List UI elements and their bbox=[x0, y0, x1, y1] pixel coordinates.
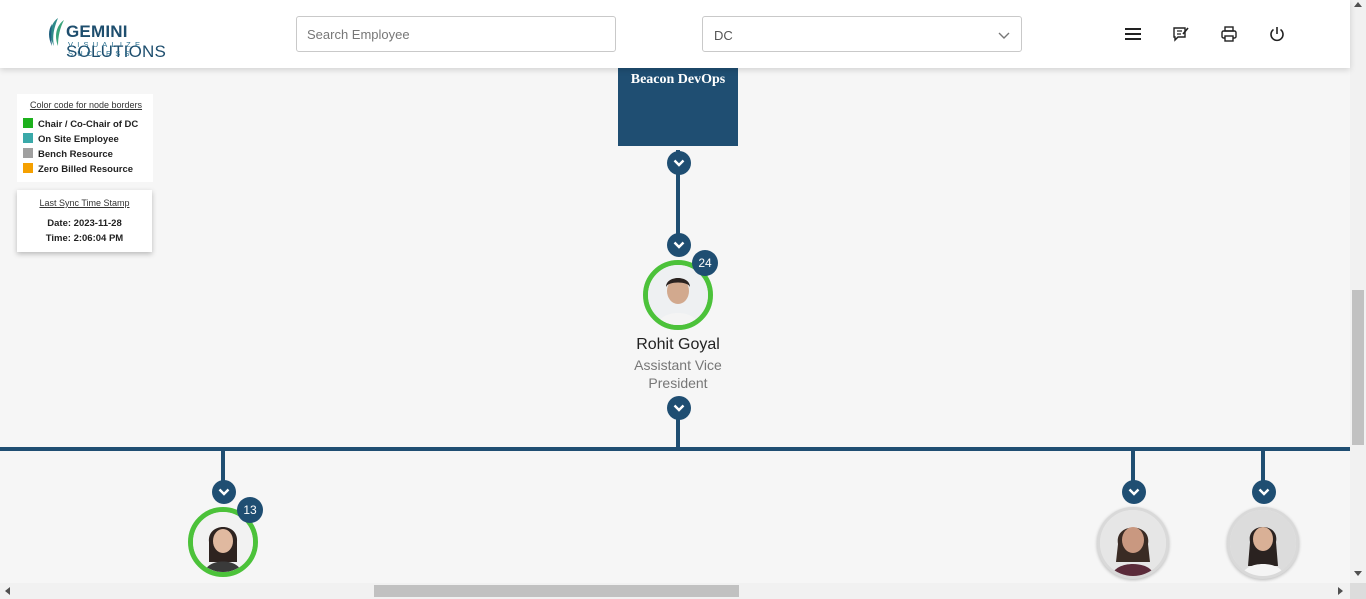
legend-swatch bbox=[23, 147, 33, 158]
connector-line bbox=[0, 447, 1350, 451]
legend-swatch bbox=[23, 117, 33, 128]
chevron-down-icon bbox=[673, 241, 685, 249]
chevron-down-icon bbox=[218, 488, 230, 496]
legend-title: Color code for node borders bbox=[29, 100, 143, 110]
horizontal-scroll-thumb[interactable] bbox=[374, 585, 739, 597]
menu-icon[interactable] bbox=[1123, 24, 1143, 44]
chevron-down-icon bbox=[1128, 488, 1140, 496]
employee-avatar[interactable] bbox=[1097, 507, 1169, 579]
chevron-down-icon bbox=[673, 159, 685, 167]
leaf-logo-icon bbox=[49, 18, 64, 46]
power-icon[interactable] bbox=[1267, 24, 1287, 44]
vertical-scrollbar[interactable] bbox=[1350, 0, 1366, 583]
legend-swatch bbox=[23, 132, 33, 143]
scroll-up-arrow-icon[interactable] bbox=[1354, 2, 1362, 7]
legend-item: On Site Employee bbox=[23, 132, 147, 147]
employee-title: Assistant Vice President bbox=[598, 356, 758, 392]
chevron-down-icon bbox=[1258, 488, 1270, 496]
chevron-down-icon bbox=[998, 32, 1010, 39]
employee-title-line: Assistant Vice bbox=[634, 357, 722, 373]
horizontal-scrollbar[interactable] bbox=[0, 583, 1350, 599]
collapse-toggle[interactable] bbox=[667, 233, 691, 257]
scrollbar-corner bbox=[1350, 583, 1366, 599]
sync-time: Time: 2:06:04 PM bbox=[45, 233, 124, 244]
department-select-value: DC bbox=[714, 28, 733, 43]
legend-label: Chair / Co-Chair of DC bbox=[38, 119, 139, 130]
chevron-down-icon bbox=[673, 404, 685, 412]
legend-item: Chair / Co-Chair of DC bbox=[23, 117, 147, 132]
vertical-scroll-thumb[interactable] bbox=[1352, 290, 1364, 445]
person-photo-icon bbox=[1100, 510, 1166, 576]
legend-item: Zero Billed Resource bbox=[23, 162, 147, 177]
reports-count-badge: 13 bbox=[237, 497, 263, 523]
employee-avatar[interactable] bbox=[1227, 507, 1299, 579]
legend-swatch bbox=[23, 162, 33, 173]
legend-item: Bench Resource bbox=[23, 147, 147, 162]
employee-title-line: President bbox=[648, 375, 708, 391]
print-icon[interactable] bbox=[1219, 24, 1239, 44]
department-name: Beacon DevOps bbox=[630, 72, 726, 87]
gemini-solutions-logo[interactable]: GEMINI SOLUTIONS VISUALIZE SUCCESS bbox=[46, 16, 216, 61]
reports-count-badge: 24 bbox=[692, 250, 718, 276]
scroll-down-arrow-icon[interactable] bbox=[1354, 571, 1362, 576]
employee-name: Rohit Goyal bbox=[636, 336, 720, 353]
child-toggle[interactable] bbox=[1252, 480, 1276, 504]
search-employee-input[interactable] bbox=[296, 16, 616, 52]
sync-title: Last Sync Time Stamp bbox=[39, 198, 130, 208]
scroll-left-arrow-icon[interactable] bbox=[5, 587, 10, 595]
app-header: GEMINI SOLUTIONS VISUALIZE SUCCESS DC bbox=[0, 0, 1350, 68]
department-select[interactable]: DC bbox=[702, 16, 1022, 52]
expand-toggle[interactable] bbox=[667, 151, 691, 175]
feedback-icon[interactable] bbox=[1171, 24, 1191, 44]
sync-date: Date: 2023-11-28 bbox=[47, 218, 122, 229]
department-node[interactable]: Beacon DevOps bbox=[618, 68, 738, 146]
legend-label: Zero Billed Resource bbox=[38, 164, 134, 175]
scroll-right-arrow-icon[interactable] bbox=[1338, 587, 1343, 595]
border-color-legend: Color code for node borders Chair / Co-C… bbox=[17, 94, 153, 182]
child-toggle[interactable] bbox=[212, 480, 236, 504]
last-sync-panel: Last Sync Time Stamp Date: 2023-11-28 Ti… bbox=[17, 190, 152, 252]
logo-tagline: VISUALIZE SUCCESS bbox=[68, 40, 145, 58]
legend-label: Bench Resource bbox=[38, 149, 113, 160]
legend-label: On Site Employee bbox=[38, 134, 119, 145]
person-photo-icon bbox=[1230, 510, 1296, 576]
child-toggle[interactable] bbox=[1122, 480, 1146, 504]
expand-children-toggle[interactable] bbox=[667, 396, 691, 420]
